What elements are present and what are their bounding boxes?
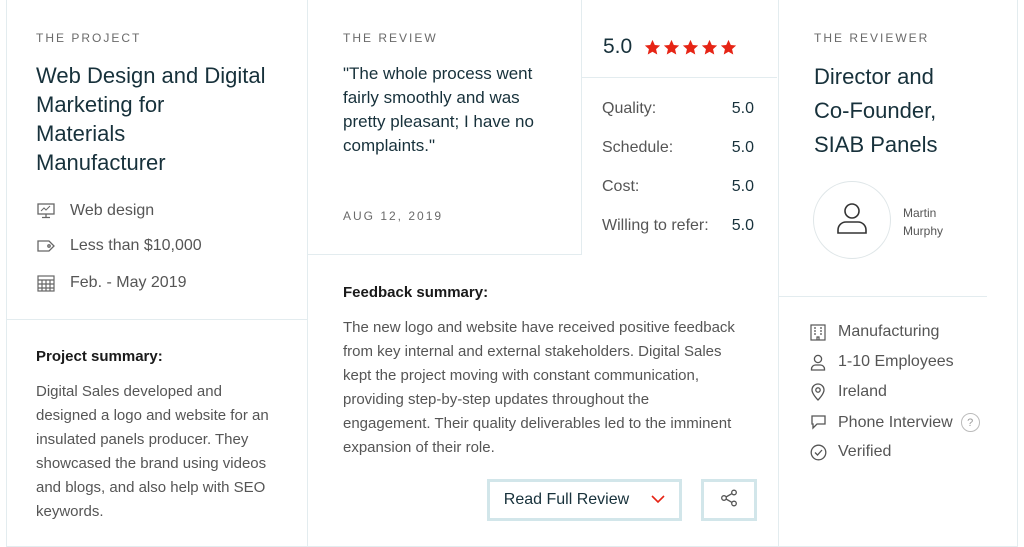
rating-value: 5.0 — [731, 217, 754, 234]
interview-type-label: Phone Interview — [838, 413, 953, 431]
help-icon[interactable]: ? — [960, 413, 980, 432]
project-summary-text: Digital Sales developed and designed a l… — [36, 383, 269, 520]
read-full-review-button[interactable]: Read Full Review — [487, 479, 682, 521]
verified-label: Verified — [838, 443, 892, 460]
industry-label: Manufacturing — [838, 323, 940, 340]
reviewer-verification: Verified — [809, 443, 891, 461]
project-title-line: Materials — [36, 121, 126, 146]
reviewer-title-line: Co-Founder, — [814, 98, 937, 123]
location-label: Ireland — [838, 383, 887, 400]
feedback-summary-heading: Feedback summary: — [343, 284, 489, 301]
project-summary-heading: Project summary: — [36, 348, 163, 365]
reviewer-title-line: SIAB Panels — [814, 132, 938, 157]
review-divider — [307, 254, 581, 255]
reviewer-interview-type: Phone Interview ? — [809, 413, 980, 432]
share-button[interactable] — [701, 479, 757, 521]
check-circle-icon — [809, 443, 827, 461]
review-date: AUG 12, 2019 — [343, 209, 444, 223]
rating-label: Cost: — [602, 178, 640, 195]
reviewer-company-size: 1-10 Employees — [809, 353, 954, 371]
rating-label: Quality: — [602, 100, 657, 117]
rating-schedule: Schedule: 5.0 — [602, 139, 754, 157]
column-divider-left — [307, 0, 308, 547]
star-icon — [645, 39, 661, 54]
review-quote: "The whole process went fairly smoothly … — [343, 64, 534, 155]
star-icon — [683, 39, 699, 54]
star-icon — [702, 39, 718, 54]
reviewer-industry: Manufacturing — [809, 323, 939, 341]
reviewer-location: Ireland — [809, 383, 887, 401]
service-line: Web design — [36, 201, 154, 221]
rating-quality: Quality: 5.0 — [602, 100, 754, 118]
chat-bubble-icon — [809, 414, 827, 432]
budget-line: Less than $10,000 — [36, 236, 202, 256]
budget-label: Less than $10,000 — [70, 237, 202, 254]
star-icon — [664, 39, 680, 54]
reviewer-last-name: Murphy — [903, 224, 944, 238]
reviewer-title-line: Director and — [814, 64, 934, 89]
read-full-review-label: Read Full Review — [503, 491, 630, 508]
building-icon — [809, 323, 827, 341]
star-icon — [721, 39, 737, 54]
star-rating — [644, 39, 737, 56]
date-range-line: Feb. - May 2019 — [36, 273, 187, 293]
rating-label: Willing to refer: — [602, 217, 709, 234]
reviewer-title: Director and Co-Founder, SIAB Panels — [814, 60, 938, 162]
chevron-down-icon — [651, 491, 665, 509]
rating-label: Schedule: — [602, 139, 674, 156]
column-divider-right — [778, 0, 779, 547]
overall-rating: 5.0 — [603, 35, 737, 59]
reviewer-divider — [778, 296, 987, 297]
share-icon — [720, 489, 738, 512]
rating-value: 5.0 — [731, 100, 754, 117]
price-tag-icon — [36, 236, 56, 256]
rating-willing-to-refer: Willing to refer: 5.0 — [602, 217, 754, 235]
project-title-line: Manufacturer — [36, 150, 166, 175]
project-title-line: Web Design and Digital — [36, 63, 266, 88]
reviewer-name: Martin Murphy — [903, 204, 963, 240]
date-range-label: Feb. - May 2019 — [70, 274, 187, 291]
person-icon — [809, 353, 827, 371]
user-icon — [834, 200, 870, 241]
location-pin-icon — [809, 383, 827, 401]
ratings-divider — [581, 0, 582, 255]
review-eyebrow: THE REVIEW — [343, 31, 438, 45]
overall-divider — [581, 77, 777, 78]
monitor-icon — [36, 201, 56, 221]
project-title-line: Marketing for — [36, 92, 165, 117]
feedback-summary-text: The new logo and website have received p… — [343, 319, 735, 456]
project-title: Web Design and Digital Marketing for Mat… — [36, 61, 266, 177]
avatar — [813, 181, 891, 259]
calendar-icon — [36, 273, 56, 293]
service-label: Web design — [70, 202, 155, 219]
reviewer-eyebrow: THE REVIEWER — [814, 31, 930, 45]
project-divider — [6, 319, 307, 320]
overall-score: 5.0 — [603, 35, 633, 58]
rating-value: 5.0 — [731, 178, 754, 195]
reviewer-first-name: Martin — [903, 206, 937, 220]
rating-cost: Cost: 5.0 — [602, 178, 754, 196]
company-size-label: 1-10 Employees — [838, 353, 954, 370]
project-eyebrow: THE PROJECT — [36, 31, 142, 45]
rating-value: 5.0 — [731, 139, 754, 156]
